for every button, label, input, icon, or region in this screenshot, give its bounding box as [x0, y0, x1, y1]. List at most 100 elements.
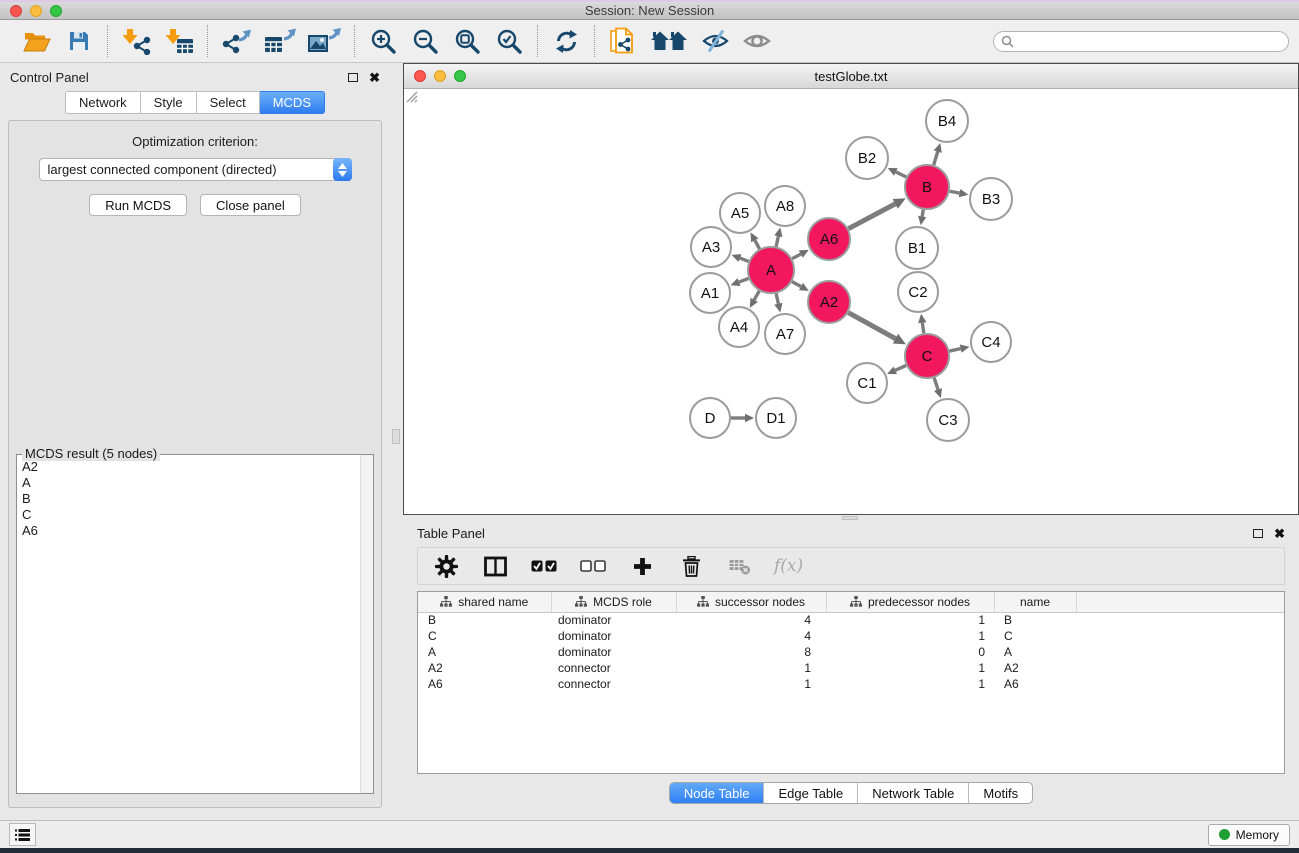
graph-edge[interactable] — [922, 323, 923, 334]
table-cell[interactable]: C — [994, 628, 1076, 644]
graph-node-A4[interactable]: A4 — [719, 307, 759, 347]
float-panel-icon[interactable] — [1253, 529, 1263, 538]
import-network-icon[interactable] — [121, 25, 152, 57]
graph-node-B3[interactable]: B3 — [970, 178, 1012, 220]
minimize-network-button[interactable] — [434, 70, 446, 82]
table-row[interactable]: Cdominator41C — [418, 628, 1284, 644]
close-panel-icon[interactable]: ✖ — [1274, 527, 1285, 540]
unselect-all-columns-icon[interactable] — [578, 550, 608, 582]
first-neighbors-icon[interactable] — [650, 25, 688, 57]
tab-motifs[interactable]: Motifs — [969, 783, 1032, 803]
delete-columns-icon[interactable] — [676, 550, 706, 582]
graph-node-A8[interactable]: A8 — [765, 186, 805, 226]
graph-edge[interactable] — [792, 254, 801, 259]
refresh-view-icon[interactable] — [551, 25, 581, 57]
column-header-predecessor-nodes[interactable]: predecessor nodes — [826, 592, 994, 612]
graph-edge[interactable] — [895, 365, 906, 370]
graph-node-B4[interactable]: B4 — [926, 100, 968, 142]
graph-node-A3[interactable]: A3 — [691, 227, 731, 267]
tab-style[interactable]: Style — [141, 91, 197, 114]
show-all-icon[interactable] — [742, 25, 772, 57]
graph-node-B1[interactable]: B1 — [896, 227, 938, 269]
table-cell[interactable]: 1 — [826, 628, 994, 644]
table-cell[interactable]: 0 — [826, 644, 994, 660]
graph-node-B2[interactable]: B2 — [846, 137, 888, 179]
column-header-shared-name[interactable]: shared name — [418, 592, 551, 612]
graph-node-C3[interactable]: C3 — [927, 399, 969, 441]
resize-grip-icon[interactable] — [404, 89, 418, 103]
table-cell[interactable]: connector — [551, 676, 676, 692]
zoom-window-button[interactable] — [50, 5, 62, 17]
table-options-gear-icon[interactable] — [431, 550, 461, 582]
export-image-icon[interactable] — [308, 25, 341, 57]
table-cell[interactable]: connector — [551, 660, 676, 676]
zoom-out-icon[interactable] — [410, 25, 440, 57]
graph-node-A7[interactable]: A7 — [765, 314, 805, 354]
hide-selected-icon[interactable] — [700, 25, 730, 57]
graph-edge[interactable] — [755, 240, 760, 249]
table-cell[interactable]: 4 — [676, 612, 826, 628]
table-row[interactable]: Bdominator41B — [418, 612, 1284, 628]
table-cell[interactable]: C — [418, 628, 551, 644]
table-cell[interactable]: 4 — [676, 628, 826, 644]
close-panel-button[interactable]: Close panel — [200, 194, 301, 216]
select-all-columns-icon[interactable] — [529, 550, 559, 582]
vertical-splitter[interactable] — [390, 63, 403, 820]
minimize-window-button[interactable] — [30, 5, 42, 17]
column-header-mcds-role[interactable]: MCDS role — [551, 592, 676, 612]
column-header-successor-nodes[interactable]: successor nodes — [676, 592, 826, 612]
graph-node-A[interactable]: A — [748, 247, 794, 293]
zoom-in-icon[interactable] — [368, 25, 398, 57]
graph-edge[interactable] — [934, 152, 938, 165]
table-cell[interactable]: dominator — [551, 644, 676, 660]
close-panel-icon[interactable]: ✖ — [369, 71, 380, 84]
zoom-fit-icon[interactable] — [452, 25, 482, 57]
graph-edge[interactable] — [739, 278, 749, 282]
tab-network[interactable]: Network — [65, 91, 141, 114]
graph-node-A2[interactable]: A2 — [808, 281, 850, 323]
graph-edge[interactable] — [740, 258, 749, 261]
show-column-icon[interactable] — [480, 550, 510, 582]
task-history-button[interactable] — [9, 823, 36, 846]
graph-node-C[interactable]: C — [905, 334, 949, 378]
table-row[interactable]: A2connector11A2 — [418, 660, 1284, 676]
import-table-icon[interactable] — [164, 25, 194, 57]
graph-node-C1[interactable]: C1 — [847, 363, 887, 403]
table-cell[interactable]: A2 — [418, 660, 551, 676]
table-row[interactable]: Adominator80A — [418, 644, 1284, 660]
splitter-handle[interactable] — [842, 516, 858, 520]
splitter-handle[interactable] — [392, 429, 400, 444]
graph-edge[interactable] — [848, 204, 895, 229]
column-header-name[interactable]: name — [994, 592, 1076, 612]
table-cell[interactable]: 1 — [826, 660, 994, 676]
table-row[interactable]: A6connector11A6 — [418, 676, 1284, 692]
table-cell[interactable]: A6 — [994, 676, 1076, 692]
graph-node-C2[interactable]: C2 — [898, 272, 938, 312]
mcds-result-item[interactable]: A6 — [22, 523, 360, 539]
delete-table-icon[interactable] — [725, 550, 755, 582]
table-cell[interactable]: B — [418, 612, 551, 628]
export-network-icon[interactable] — [221, 25, 252, 57]
table-cell[interactable]: A6 — [418, 676, 551, 692]
graph-node-A6[interactable]: A6 — [808, 218, 850, 260]
network-canvas[interactable]: B4B2BB3A8A5A6B1A3AA1C2A2A4A7C4CC1C3DD1 — [404, 89, 1298, 514]
table-cell[interactable]: 8 — [676, 644, 826, 660]
float-panel-icon[interactable] — [348, 73, 358, 82]
graph-node-A1[interactable]: A1 — [690, 273, 730, 313]
table-cell[interactable]: A — [994, 644, 1076, 660]
mcds-result-item[interactable]: C — [22, 507, 360, 523]
graph-edge[interactable] — [792, 282, 801, 287]
graph-node-B[interactable]: B — [905, 165, 949, 209]
table-cell[interactable]: B — [994, 612, 1076, 628]
graph-node-A5[interactable]: A5 — [720, 193, 760, 233]
graph-edge[interactable] — [934, 378, 938, 390]
table-cell[interactable]: A — [418, 644, 551, 660]
graph-edge[interactable] — [949, 349, 960, 351]
mcds-result-item[interactable]: A2 — [22, 459, 360, 475]
graph-node-D[interactable]: D — [690, 398, 730, 438]
tab-select[interactable]: Select — [197, 91, 260, 114]
tab-mcds[interactable]: MCDS — [260, 91, 325, 114]
close-network-button[interactable] — [414, 70, 426, 82]
graph-edge[interactable] — [896, 172, 906, 177]
run-mcds-button[interactable]: Run MCDS — [89, 194, 187, 216]
